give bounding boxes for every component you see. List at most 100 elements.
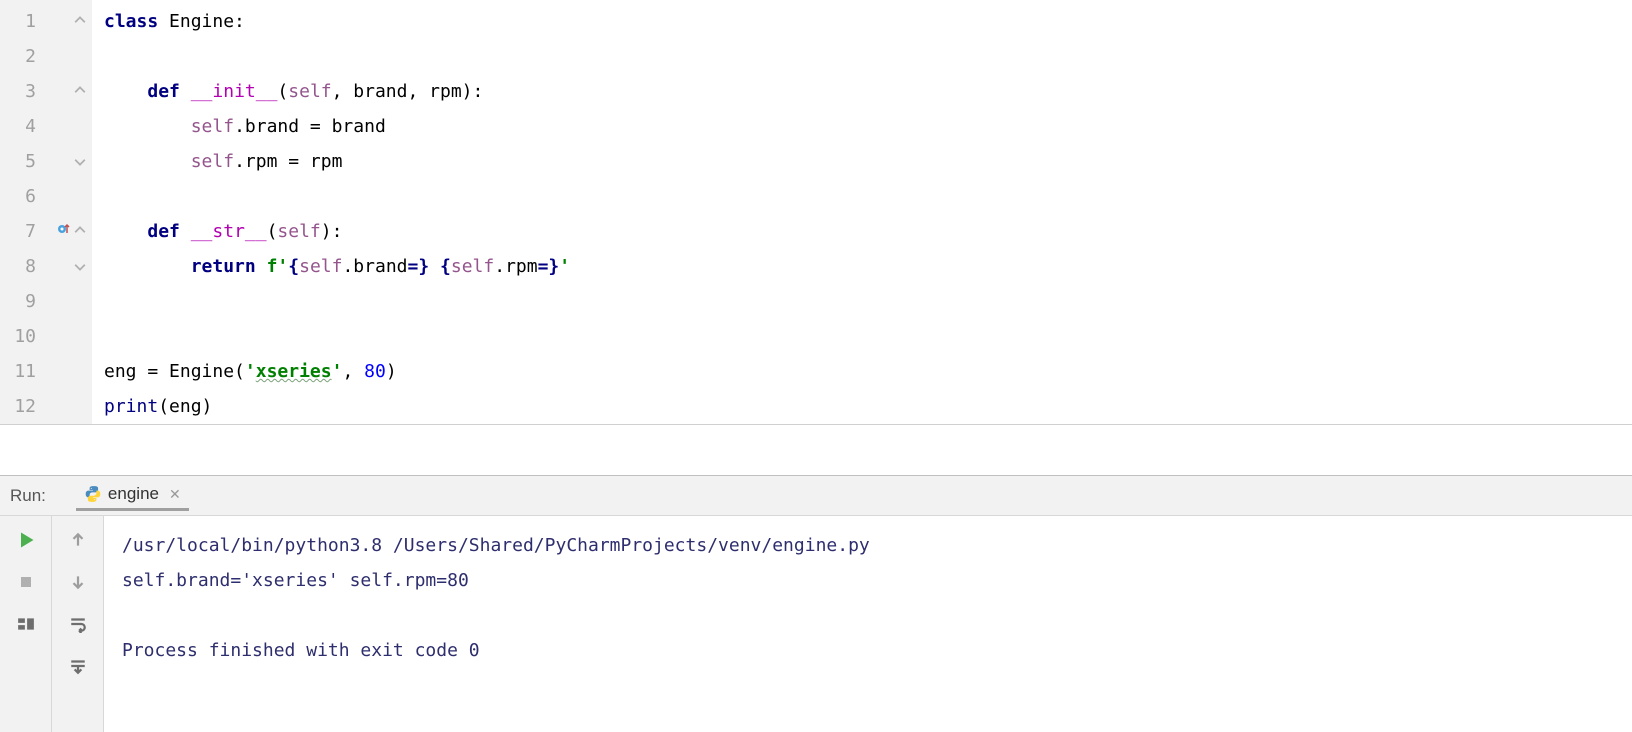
token-plain: ): xyxy=(321,221,343,242)
line-number: 12 xyxy=(0,396,42,417)
token-plain xyxy=(104,116,191,137)
token-plain: .rpm xyxy=(494,256,537,277)
gutter-row[interactable]: 4 xyxy=(0,109,92,144)
rerun-button[interactable] xyxy=(12,526,40,554)
code-line[interactable] xyxy=(92,319,1632,354)
token-plain: Engine: xyxy=(158,11,245,32)
line-number: 6 xyxy=(0,186,42,207)
token-fstr-expr: =} xyxy=(408,256,430,277)
fold-icon[interactable] xyxy=(74,81,86,102)
gutter-row[interactable]: 2 xyxy=(0,39,92,74)
token-plain xyxy=(180,221,191,242)
token-kw: class xyxy=(104,11,158,32)
code-line[interactable]: self.brand = brand xyxy=(92,109,1632,144)
code-line[interactable]: self.rpm = rpm xyxy=(92,144,1632,179)
python-icon xyxy=(84,485,102,503)
line-number: 4 xyxy=(0,116,42,137)
token-fstr-expr: { xyxy=(440,256,451,277)
editor-area: 123456789101112 class Engine: def __init… xyxy=(0,0,1632,425)
token-fn-name: __str__ xyxy=(191,221,267,242)
fold-icon[interactable] xyxy=(74,221,86,242)
console-output[interactable]: /usr/local/bin/python3.8 /Users/Shared/P… xyxy=(104,516,1632,732)
gutter-row[interactable]: 12 xyxy=(0,389,92,424)
token-kw: def xyxy=(147,81,180,102)
console-line: Process finished with exit code 0 xyxy=(122,633,1614,668)
token-fn-name: __init__ xyxy=(191,81,278,102)
token-fstr-expr: { xyxy=(288,256,299,277)
down-button[interactable] xyxy=(64,568,92,596)
token-str xyxy=(429,256,440,277)
token-kw: def xyxy=(147,221,180,242)
close-icon[interactable]: ✕ xyxy=(169,486,181,503)
token-plain: (eng) xyxy=(158,396,212,417)
gutter-icons xyxy=(42,256,86,277)
run-panel: Run: engine ✕ xyxy=(0,475,1632,732)
code-line[interactable] xyxy=(92,284,1632,319)
code-line[interactable]: print(eng) xyxy=(92,389,1632,424)
wrap-button[interactable] xyxy=(64,610,92,638)
gutter-row[interactable]: 1 xyxy=(0,4,92,39)
gutter-icons xyxy=(42,81,86,102)
line-number: 2 xyxy=(0,46,42,67)
token-plain: , xyxy=(342,361,364,382)
token-plain: .rpm = rpm xyxy=(234,151,342,172)
gutter-row[interactable]: 3 xyxy=(0,74,92,109)
code-line[interactable] xyxy=(92,179,1632,214)
token-plain: , brand, rpm): xyxy=(332,81,484,102)
run-tab[interactable]: engine ✕ xyxy=(76,480,189,511)
gutter-row[interactable]: 6 xyxy=(0,179,92,214)
token-kw: return xyxy=(191,256,256,277)
line-number: 3 xyxy=(0,81,42,102)
layout-button[interactable] xyxy=(12,610,40,638)
gutter-row[interactable]: 5 xyxy=(0,144,92,179)
token-plain xyxy=(104,151,191,172)
line-number: 11 xyxy=(0,361,42,382)
line-number: 5 xyxy=(0,151,42,172)
token-str: ' xyxy=(245,361,256,382)
token-self: self xyxy=(277,221,320,242)
console-line: /usr/local/bin/python3.8 /Users/Shared/P… xyxy=(122,528,1614,563)
token-plain xyxy=(256,256,267,277)
gutter-row[interactable]: 9 xyxy=(0,284,92,319)
token-plain: .brand xyxy=(342,256,407,277)
token-plain xyxy=(104,81,147,102)
gutter-row[interactable]: 11 xyxy=(0,354,92,389)
token-plain: ( xyxy=(277,81,288,102)
up-button[interactable] xyxy=(64,526,92,554)
token-str-typo: xseries xyxy=(256,361,332,382)
code-line[interactable]: def __init__(self, brand, rpm): xyxy=(92,74,1632,109)
code-line[interactable]: class Engine: xyxy=(92,4,1632,39)
stop-button[interactable] xyxy=(12,568,40,596)
gutter-icons xyxy=(42,221,86,242)
gutter-row[interactable]: 7 xyxy=(0,214,92,249)
fold-icon[interactable] xyxy=(74,256,86,277)
token-self: self xyxy=(299,256,342,277)
fold-icon[interactable] xyxy=(74,151,86,172)
gutter-row[interactable]: 10 xyxy=(0,319,92,354)
gutter-row[interactable]: 8 xyxy=(0,249,92,284)
line-number: 8 xyxy=(0,256,42,277)
token-fstr-expr: =} xyxy=(538,256,560,277)
fold-icon[interactable] xyxy=(74,11,86,32)
token-plain: ) xyxy=(386,361,397,382)
token-str: ' xyxy=(332,361,343,382)
code-column[interactable]: class Engine: def __init__(self, brand, … xyxy=(92,0,1632,424)
token-plain xyxy=(104,256,191,277)
console-line: self.brand='xseries' self.rpm=80 xyxy=(122,563,1614,598)
scroll-end-button[interactable] xyxy=(64,652,92,680)
line-number: 7 xyxy=(0,221,42,242)
editor-spacer xyxy=(0,425,1632,475)
override-icon[interactable] xyxy=(56,221,72,242)
code-line[interactable]: return f'{self.brand=} {self.rpm=}' xyxy=(92,249,1632,284)
token-plain: eng = Engine( xyxy=(104,361,245,382)
run-toolbar-left xyxy=(0,516,52,732)
code-line[interactable]: eng = Engine('xseries', 80) xyxy=(92,354,1632,389)
token-self: self xyxy=(451,256,494,277)
code-line[interactable] xyxy=(92,39,1632,74)
code-line[interactable]: def __str__(self): xyxy=(92,214,1632,249)
token-str: ' xyxy=(559,256,570,277)
token-plain: ( xyxy=(267,221,278,242)
token-builtin: print xyxy=(104,396,158,417)
token-self: self xyxy=(191,116,234,137)
gutter-icons xyxy=(42,11,86,32)
